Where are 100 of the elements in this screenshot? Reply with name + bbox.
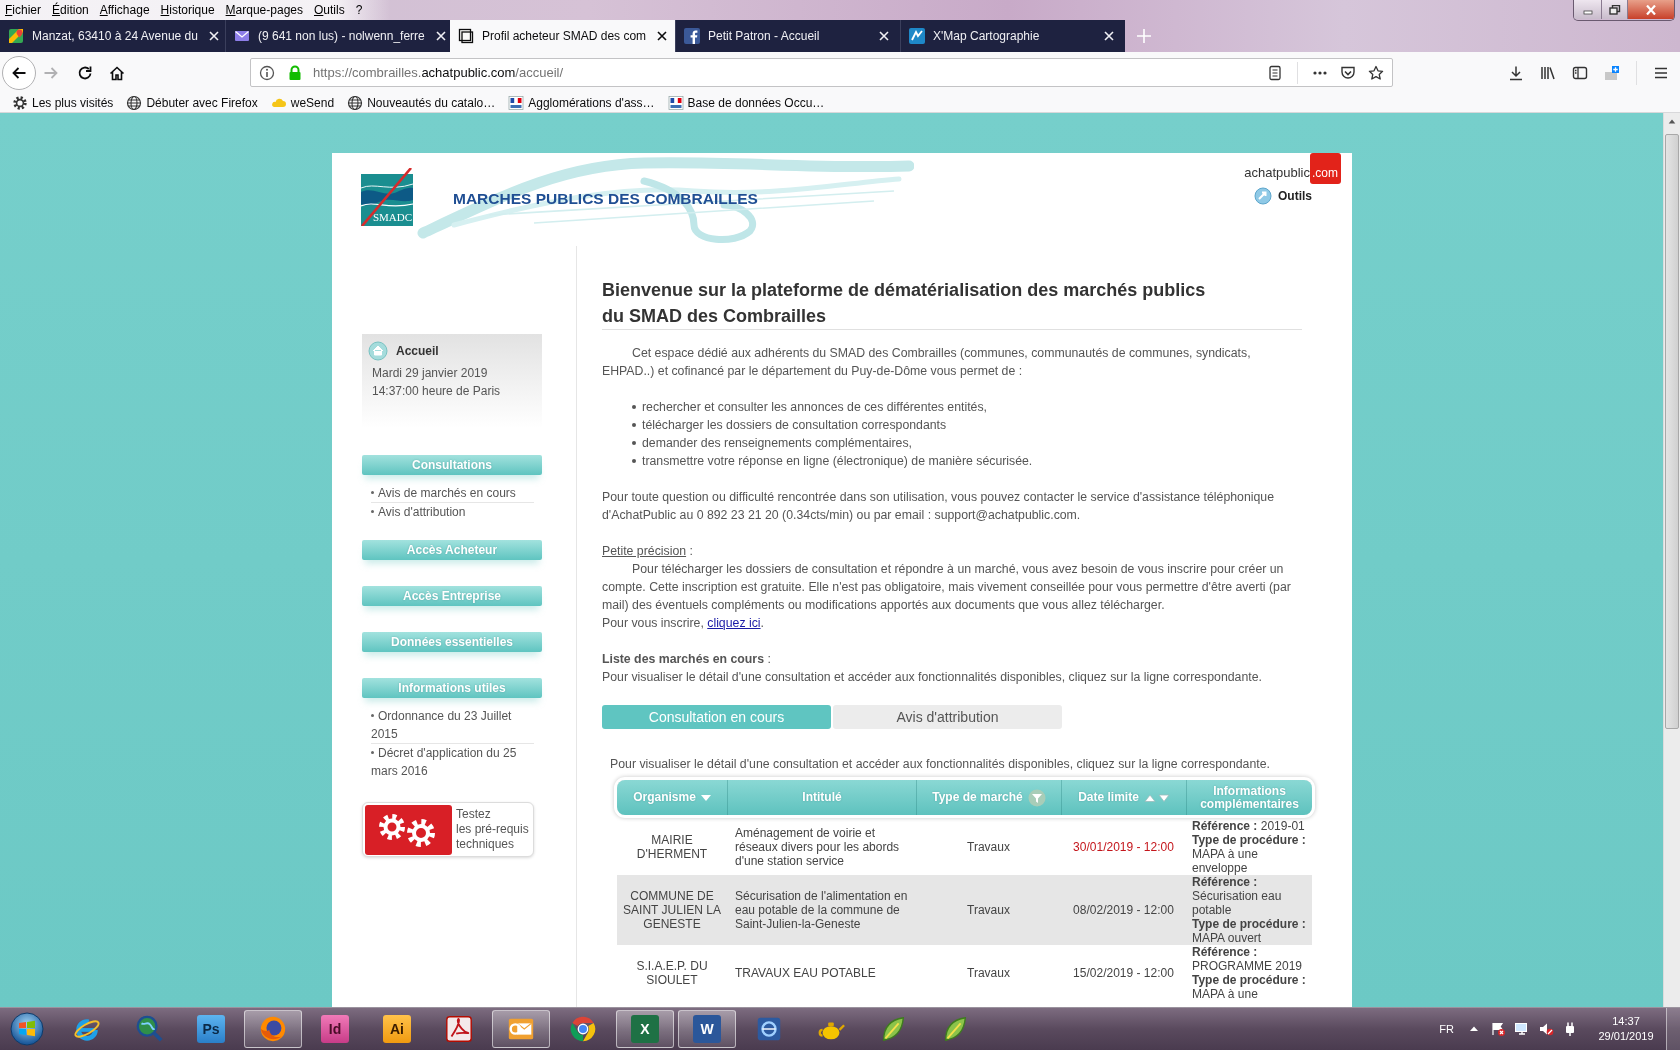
table-cell-text: S.I.A.E.P. DU SIOULET <box>635 958 709 989</box>
date-text: Mardi 29 janvier 2019 <box>371 365 488 382</box>
sidebar-link[interactable]: Avis d'attribution <box>371 503 534 521</box>
sidebar-link[interactable]: Ordonnance du 23 Juillet 2015 <box>371 707 534 744</box>
bullet-icon <box>371 510 374 514</box>
sidebar-link[interactable]: Avis de marchés en cours <box>371 484 534 503</box>
bullet-icon <box>632 405 636 409</box>
bullet-icon <box>632 423 636 427</box>
column-header: Intitulé <box>727 780 916 815</box>
taskbar-button[interactable] <box>492 1010 550 1048</box>
back-button[interactable] <box>2 55 36 90</box>
reader-view-icon[interactable] <box>1267 64 1283 81</box>
note-heading: Petite précision : <box>602 543 694 560</box>
table-cell: Travaux <box>916 875 1061 945</box>
taskbar-button[interactable] <box>244 1010 302 1048</box>
flag-alert-icon[interactable] <box>1490 1021 1506 1037</box>
menu-item[interactable]: Outils <box>309 0 351 20</box>
segmented-circle-icon <box>568 1014 598 1044</box>
plus-icon <box>1136 28 1152 44</box>
taskbar-button[interactable]: W <box>678 1010 736 1048</box>
intro-paragraph: Cet espace dédié aux adhérents du SMAD des Combrailles (communes, communautés de communes, syndicats, EHPAD..) et cofinancé par le département du Puy-de-Dôme vous permet de : <box>602 345 1252 380</box>
speaker-muted-icon[interactable] <box>1538 1021 1554 1037</box>
logo-text: SMADC <box>372 211 412 223</box>
info-icon[interactable] <box>259 64 275 81</box>
table-cell-text: Référence : 2019-01 Type de procédure : MAPA à une enveloppe <box>1191 819 1307 875</box>
table-cell-text: 15/02/2019 - 12:00 <box>1072 965 1175 982</box>
signup-link[interactable]: cliquez ici <box>707 616 761 630</box>
bullet-icon <box>632 459 636 463</box>
table-cell: Sécurisation de l'alimentation en eau potable de la commune de Saint-Julien-la-Geneste <box>727 875 916 945</box>
sidebar-link[interactable]: Décret d'application du 25 mars 2016 <box>371 744 534 780</box>
time-text: 14:37:00 heure de Paris <box>371 383 501 400</box>
bullet-icon <box>371 491 374 495</box>
download-icon[interactable] <box>1508 64 1524 81</box>
column-header: Informations complémentaires <box>1186 780 1312 815</box>
library-icon[interactable] <box>1540 64 1556 81</box>
table-cell: 08/02/2019 - 12:00 <box>1061 875 1186 945</box>
menu-item[interactable]: Marque-pages <box>220 0 309 20</box>
app-logo: Id <box>321 1015 349 1043</box>
map-tile-icon <box>909 28 925 44</box>
bookmark-item[interactable]: Agglomérations d'ass… <box>508 94 659 111</box>
prerequisites-button[interactable]: Testez les pré-requis techniques <box>362 802 534 857</box>
table-hint-text: Pour visualiser le détail d'une consultation et accéder aux fonctionnalités disponibles, cliquez sur la ligne correspondante. <box>610 756 1271 773</box>
browser-tab[interactable]: Profil acheteur SMAD des com <box>450 20 675 52</box>
window-icon <box>458 28 474 44</box>
taskbar-button[interactable]: Ps <box>182 1010 240 1048</box>
menu-item[interactable]: Historique <box>155 0 221 20</box>
add-panel-icon[interactable] <box>1604 64 1620 81</box>
globe-magnifier-icon <box>134 1014 164 1044</box>
menu-item[interactable]: Affichage <box>94 0 156 20</box>
bullet-icon <box>371 751 374 755</box>
gear-icon <box>12 94 28 111</box>
table-cell: Référence : Sécurisation eau potable Type de procédure : MAPA ouvert <box>1186 875 1312 945</box>
bookmark-star-icon[interactable] <box>1368 64 1384 81</box>
clock[interactable]: 14:37 29/01/2019 <box>1590 1014 1662 1044</box>
bookmark-item[interactable]: weSend <box>270 94 339 111</box>
bookmark-item[interactable]: Nouveautés du catalo… <box>347 94 500 111</box>
filter-icon <box>1027 788 1046 807</box>
bookmark-item[interactable]: Base de données Occu… <box>667 94 829 111</box>
browser-tab[interactable]: Manzat, 63410 à 24 Avenue du <box>0 20 225 52</box>
menu-item[interactable]: Fichier <box>0 0 48 20</box>
taskbar-button[interactable]: Id <box>306 1010 364 1048</box>
close-icon <box>1645 4 1657 15</box>
table-cell-text: Travaux <box>966 839 1011 856</box>
contact-paragraph: Pour toute question ou difficulté rencontrée dans son utilisation, vous pouvez contacter le service d'assistance téléphonique d'AchatPublic au 0 892 23 21 20 (0.34cts/min) ou par email : support@achatpublic.com. <box>602 489 1276 524</box>
pocket-icon[interactable] <box>1340 64 1356 81</box>
close-window-button[interactable] <box>1628 0 1674 19</box>
home-icon <box>368 341 388 361</box>
tools-icon <box>1254 187 1272 205</box>
restore-button[interactable] <box>1602 0 1628 19</box>
home-icon <box>109 64 125 81</box>
taskbar-button[interactable]: Ai <box>368 1010 426 1048</box>
envelope-icon <box>234 28 250 44</box>
app-logo: Ai <box>383 1015 411 1043</box>
list-item-text: demander des renseignements complémentaires, <box>642 436 912 450</box>
browser-tab[interactable]: X'Map Cartographie <box>900 20 1125 52</box>
vertical-scrollbar[interactable] <box>1663 113 1680 1007</box>
sidebar-icon[interactable] <box>1572 64 1588 81</box>
menu-item[interactable]: ? <box>350 0 369 20</box>
list-item-text: rechercher et consulter les annonces de ces différentes entités, <box>642 400 987 414</box>
list-tab[interactable]: Avis d'attribution <box>833 705 1062 729</box>
monitor-icon[interactable] <box>1514 1021 1530 1037</box>
lock-icon <box>287 64 303 81</box>
address-field[interactable]: https://combrailles.achatpublic.com/accueil/ <box>250 58 1393 87</box>
table-cell-text: MAIRIE D'HERMENT <box>635 832 709 863</box>
browser-tab[interactable]: (9 641 non lus) - nolwenn_ferre <box>225 20 450 52</box>
browser-tab[interactable]: Petit Patron - Accueil <box>675 20 900 52</box>
page-heading: Bienvenue sur la plateforme de dématérialisation des marchés publics du SMAD des Combrailles <box>602 277 1302 330</box>
language-indicator[interactable]: FR <box>1439 1023 1454 1035</box>
menu-item[interactable]: Édition <box>47 0 95 20</box>
reload-icon <box>77 64 93 81</box>
show-desktop-button[interactable] <box>1666 1008 1680 1050</box>
tools-link[interactable]: Outils <box>1254 187 1312 205</box>
bookmark-item[interactable]: Les plus visités <box>12 94 118 111</box>
globe-icon <box>126 94 143 111</box>
scrollbar-thumb[interactable] <box>1665 134 1679 729</box>
bookmark-item[interactable]: Débuter avec Firefox <box>126 94 262 111</box>
brand-name: achatpublic <box>1244 166 1310 182</box>
list-item-text: transmettre votre réponse en ligne (électronique) de manière sécurisée. <box>642 454 1033 468</box>
windows-orb-icon <box>10 1012 44 1046</box>
taskbar-button[interactable]: X <box>616 1010 674 1048</box>
